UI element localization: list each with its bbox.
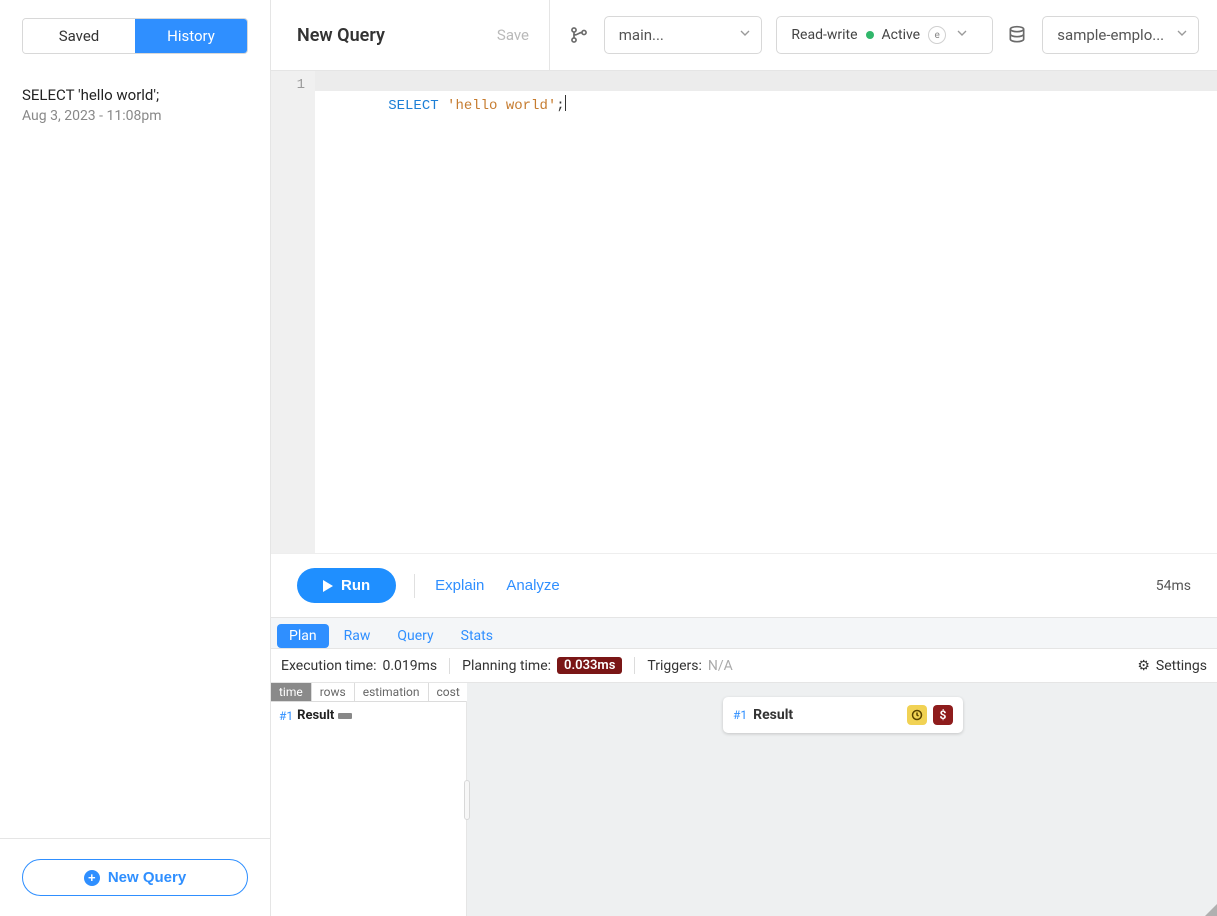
- exec-time-label: Execution time:: [281, 658, 376, 674]
- status-dot-icon: [866, 31, 874, 39]
- result-tab-plan[interactable]: Plan: [277, 624, 329, 648]
- role-rw: Read-write: [791, 27, 857, 43]
- branch-select[interactable]: main...: [604, 16, 763, 54]
- line-number: 1: [271, 75, 305, 95]
- gear-icon: ⚙: [1137, 658, 1150, 674]
- history-item-query: SELECT 'hello world';: [22, 86, 248, 104]
- editor-gutter: 1: [271, 71, 315, 553]
- sidebar: Saved History SELECT 'hello world'; Aug …: [0, 0, 271, 916]
- analyze-button[interactable]: Analyze: [504, 573, 561, 598]
- branch-icon: [568, 24, 590, 46]
- result-tab-raw[interactable]: Raw: [332, 624, 383, 648]
- metric-tab-cost[interactable]: cost: [429, 683, 469, 701]
- plan-tree-panel: time rows estimation cost #1 Result: [271, 683, 467, 916]
- history-item-timestamp: Aug 3, 2023 - 11:08pm: [22, 108, 248, 124]
- chevron-down-icon: [1174, 25, 1190, 45]
- stats-row: Execution time: 0.019ms Planning time: 0…: [271, 648, 1217, 683]
- plus-icon: +: [84, 870, 100, 886]
- plan-area: time rows estimation cost #1 Result: [271, 683, 1217, 916]
- database-icon: [1007, 24, 1029, 46]
- plan-tree: #1 Result: [271, 702, 466, 729]
- result-tab-query[interactable]: Query: [385, 624, 445, 648]
- chevron-down-icon: [737, 25, 753, 45]
- database-select-value: sample-emplo...: [1057, 26, 1168, 44]
- dollar-icon: $: [933, 705, 953, 725]
- result-tabs: Plan Raw Query Stats: [271, 617, 1217, 648]
- role-active: Active: [882, 27, 921, 43]
- settings-button[interactable]: ⚙ Settings: [1137, 658, 1207, 674]
- divider: [414, 574, 415, 598]
- sidebar-footer: + New Query: [0, 838, 270, 916]
- save-button[interactable]: Save: [497, 26, 529, 44]
- new-query-button[interactable]: + New Query: [22, 859, 248, 896]
- plan-time-label: Planning time:: [462, 658, 551, 674]
- plan-time-value: 0.033ms: [557, 657, 622, 674]
- run-bar: Run Explain Analyze 54ms: [271, 553, 1217, 617]
- run-button[interactable]: Run: [297, 568, 396, 603]
- splitter-handle[interactable]: [464, 780, 470, 820]
- clock-icon: [907, 705, 927, 725]
- page-title: New Query: [297, 25, 385, 46]
- plan-card-idx: #1: [733, 708, 747, 722]
- exec-time-value: 0.019ms: [382, 658, 437, 674]
- main: New Query Save main... Read-write Active…: [271, 0, 1217, 916]
- plan-node-name: Result: [297, 708, 334, 723]
- explain-button[interactable]: Explain: [433, 573, 486, 598]
- history-item[interactable]: SELECT 'hello world'; Aug 3, 2023 - 11:0…: [0, 72, 270, 138]
- sql-editor[interactable]: 1 SELECT 'hello world';: [271, 71, 1217, 553]
- database-select[interactable]: sample-emplo...: [1042, 16, 1199, 54]
- plan-card-name: Result: [753, 707, 901, 723]
- cursor-icon: [565, 95, 566, 111]
- branch-select-value: main...: [619, 26, 732, 44]
- compute-badge: e: [928, 26, 946, 44]
- divider: [549, 0, 550, 71]
- new-query-label: New Query: [108, 869, 186, 886]
- role-select[interactable]: Read-write Active e: [776, 16, 992, 54]
- run-label: Run: [341, 577, 370, 594]
- history-list: SELECT 'hello world'; Aug 3, 2023 - 11:0…: [0, 72, 270, 838]
- plan-canvas[interactable]: #1 Result $: [467, 683, 1217, 916]
- metric-tab-rows[interactable]: rows: [312, 683, 355, 701]
- plan-tree-node[interactable]: #1 Result: [279, 708, 458, 723]
- metric-tab-estimation[interactable]: estimation: [355, 683, 429, 701]
- run-timing: 54ms: [1156, 578, 1191, 594]
- chevron-down-icon: [954, 25, 970, 45]
- play-icon: [323, 580, 333, 592]
- sidebar-tabs: Saved History: [0, 0, 270, 72]
- tab-history[interactable]: History: [135, 19, 247, 53]
- header: New Query Save main... Read-write Active…: [271, 0, 1217, 71]
- bar-icon: [338, 713, 352, 719]
- editor-code[interactable]: SELECT 'hello world';: [315, 71, 1217, 553]
- triggers-value: N/A: [708, 658, 733, 674]
- triggers-label: Triggers:: [647, 658, 702, 674]
- plan-node-idx: #1: [279, 709, 293, 723]
- plan-result-card[interactable]: #1 Result $: [723, 697, 963, 733]
- metric-tab-time[interactable]: time: [271, 683, 312, 701]
- resize-handle-icon[interactable]: [1205, 904, 1217, 916]
- tab-saved[interactable]: Saved: [23, 19, 135, 53]
- metric-tabs: time rows estimation cost: [271, 683, 466, 702]
- result-tab-stats[interactable]: Stats: [449, 624, 505, 648]
- settings-label: Settings: [1156, 658, 1207, 674]
